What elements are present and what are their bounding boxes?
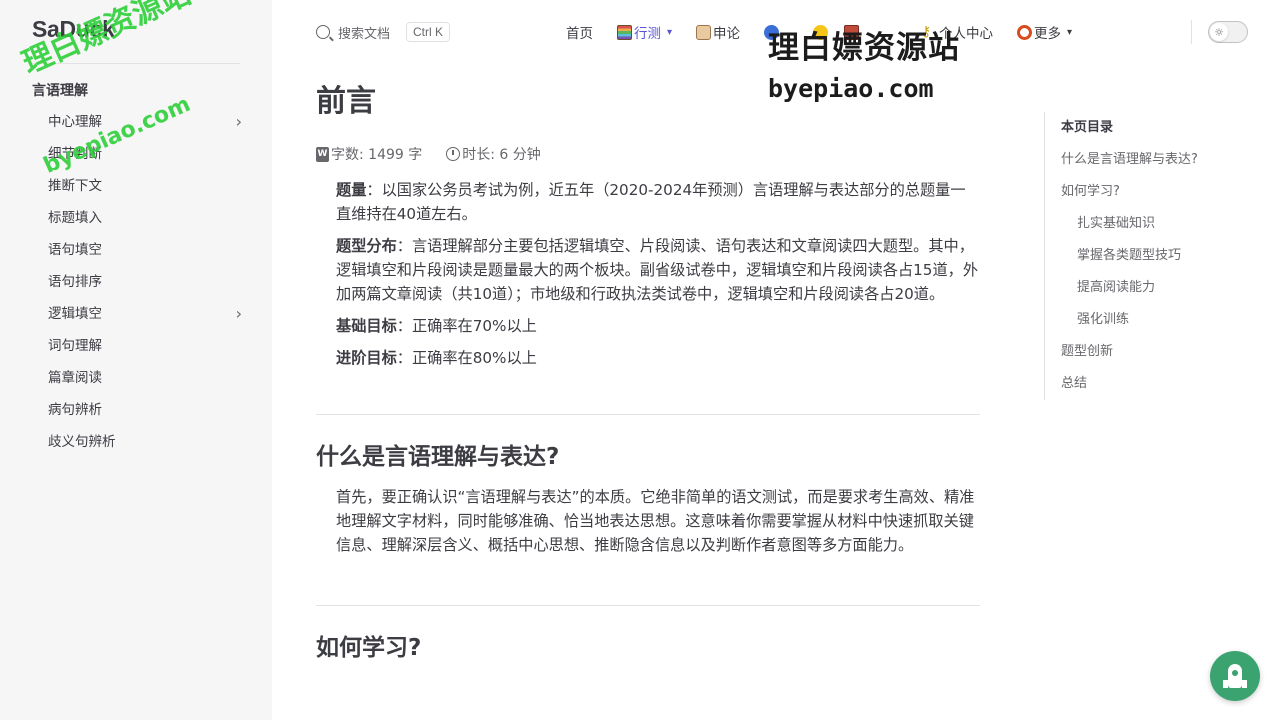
sidebar-item-label: 语句填空 bbox=[48, 242, 102, 258]
nav-label: 更多 bbox=[1034, 26, 1062, 42]
table-of-contents: 本页目录 什么是言语理解与表达? 如何学习? 扎实基础知识 掌握各类题型技巧 提… bbox=[1044, 112, 1244, 400]
intro-key: 题量 bbox=[336, 181, 367, 199]
sidebar-item-label: 歧义句辨析 bbox=[48, 434, 116, 450]
toc-item[interactable]: 扎实基础知识 bbox=[1061, 208, 1244, 240]
toc-item[interactable]: 提高阅读能力 bbox=[1061, 272, 1244, 304]
face-icon bbox=[813, 24, 829, 40]
sidebar-item[interactable]: 词句理解 bbox=[48, 330, 248, 362]
search-icon bbox=[316, 25, 330, 39]
key-icon: ⚷ bbox=[921, 24, 932, 40]
sidebar-item-label: 逻辑填空 bbox=[48, 306, 102, 322]
reading-duration: 时长: 6 分钟 bbox=[462, 147, 541, 163]
rocket-icon bbox=[1223, 664, 1247, 688]
intro-paragraph: 题量：以国家公务员考试为例，近五年（2020-2024年预测）言语理解与表达部分… bbox=[336, 178, 980, 226]
intro-text: ：以国家公务员考试为例，近五年（2020-2024年预测）言语理解与表达部分的总… bbox=[336, 181, 966, 223]
section-heading: 如何学习? bbox=[316, 635, 422, 661]
book-icon bbox=[844, 24, 860, 40]
sidebar-item[interactable]: 语句排序 bbox=[48, 266, 248, 298]
intro-text: ：正确率在80%以上 bbox=[396, 349, 537, 367]
sidebar-item-label: 语句排序 bbox=[48, 274, 102, 290]
sidebar-item-label: 推断下文 bbox=[48, 178, 102, 194]
theme-toggle[interactable]: ☼ bbox=[1208, 21, 1248, 43]
blob-icon bbox=[764, 24, 780, 40]
nav-item-shenlun[interactable]: 申论 bbox=[696, 22, 740, 42]
sidebar-item[interactable]: 语句填空 bbox=[48, 234, 248, 266]
section-divider bbox=[316, 414, 980, 415]
sidebar-item[interactable]: 病句辨析 bbox=[48, 394, 248, 426]
sidebar-item-label: 标题填入 bbox=[48, 210, 102, 226]
intro-key: 基础目标 bbox=[336, 317, 397, 335]
sidebar-group-title[interactable]: 言语理解 bbox=[32, 80, 88, 100]
search-button[interactable]: 搜索文档 Ctrl K bbox=[316, 20, 451, 44]
top-nav: 首页 行测 ▾ 申论 ⚷ 个人中心 更多 ▾ bbox=[566, 20, 1096, 44]
sidebar-item[interactable]: 歧义句辨析 bbox=[48, 426, 248, 458]
sidebar-item[interactable]: 细节判断 bbox=[48, 138, 248, 170]
page-title: 前言 bbox=[316, 84, 376, 119]
sidebar-item[interactable]: 逻辑填空 › bbox=[48, 298, 248, 330]
search-label: 搜索文档 bbox=[338, 26, 391, 42]
search-shortcut: Ctrl K bbox=[406, 22, 451, 42]
sidebar-list: 中心理解 › 细节判断 推断下文 标题填入 语句填空 语句排序 逻辑填空 › 词句理… bbox=[48, 106, 248, 458]
intro-block: 题量：以国家公务员考试为例，近五年（2020-2024年预测）言语理解与表达部分… bbox=[316, 178, 980, 370]
toc-item[interactable]: 总结 bbox=[1061, 368, 1244, 400]
sidebar-item[interactable]: 中心理解 › bbox=[48, 106, 248, 138]
chevron-right-icon[interactable]: › bbox=[236, 298, 242, 330]
abacus-icon bbox=[617, 24, 632, 40]
toc-title: 本页目录 bbox=[1061, 120, 1114, 135]
nav-divider bbox=[1191, 20, 1192, 44]
nav-label: 行测 bbox=[634, 26, 661, 42]
sidebar-item-label: 词句理解 bbox=[48, 338, 102, 354]
sidebar-item[interactable]: 篇章阅读 bbox=[48, 362, 248, 394]
site-logo[interactable]: SaDuck bbox=[32, 16, 115, 43]
clock-icon bbox=[446, 147, 461, 161]
chevron-right-icon[interactable]: › bbox=[236, 106, 242, 138]
sidebar-item-label: 病句辨析 bbox=[48, 402, 102, 418]
nav-item-home[interactable]: 首页 bbox=[566, 22, 593, 42]
nav-item-more[interactable]: 更多 ▾ bbox=[1017, 22, 1072, 42]
nav-item-4[interactable] bbox=[764, 24, 781, 40]
nav-label: 个人中心 bbox=[939, 26, 994, 42]
sidebar-divider bbox=[32, 63, 240, 64]
scroll-icon bbox=[696, 24, 712, 40]
intro-paragraph: 进阶目标：正确率在80%以上 bbox=[336, 346, 980, 370]
nav-label: 首页 bbox=[566, 26, 593, 42]
nav-item-xingce[interactable]: 行测 ▾ bbox=[617, 22, 672, 42]
toc-item[interactable]: 强化训练 bbox=[1061, 304, 1244, 336]
sidebar-item[interactable]: 标题填入 bbox=[48, 202, 248, 234]
sidebar: SaDuck 言语理解 中心理解 › 细节判断 推断下文 标题填入 语句填空 语句… bbox=[0, 0, 272, 720]
intro-text: ：正确率在70%以上 bbox=[396, 317, 537, 335]
section-paragraph: 首先，要正确认识“言语理解与表达”的本质。它绝非简单的语文测试，而是要求考生高效… bbox=[336, 488, 975, 554]
toc-item[interactable]: 掌握各类题型技巧 bbox=[1061, 240, 1244, 272]
sidebar-item-label: 细节判断 bbox=[48, 146, 102, 162]
intro-key: 题型分布 bbox=[336, 237, 397, 255]
nav-item-6[interactable] bbox=[844, 24, 861, 40]
word-doc-icon: W bbox=[316, 146, 329, 162]
article-meta: W 字数: 1499 字 时长: 6 分钟 bbox=[316, 144, 980, 164]
chevron-down-icon: ▾ bbox=[667, 26, 673, 38]
intro-key: 进阶目标 bbox=[336, 349, 397, 367]
section-divider bbox=[316, 605, 980, 606]
toc-item[interactable]: 题型创新 bbox=[1061, 336, 1244, 368]
toc-item[interactable]: 什么是言语理解与表达? bbox=[1061, 144, 1244, 176]
nav-item-5[interactable] bbox=[813, 24, 830, 40]
nav-label: 申论 bbox=[713, 26, 741, 42]
word-count: 字数: 1499 字 bbox=[331, 147, 423, 163]
nav-item-profile[interactable]: ⚷ 个人中心 bbox=[921, 22, 993, 42]
back-to-top-button[interactable] bbox=[1210, 651, 1260, 701]
sun-icon: ☼ bbox=[1210, 23, 1228, 41]
chevron-down-icon: ▾ bbox=[1067, 26, 1073, 38]
intro-paragraph: 题型分布：言语理解部分主要包括逻辑填空、片段阅读、语句表达和文章阅读四大题型。其… bbox=[336, 234, 980, 306]
intro-paragraph: 基础目标：正确率在70%以上 bbox=[336, 314, 980, 338]
sidebar-item-label: 篇章阅读 bbox=[48, 370, 102, 386]
sidebar-item-label: 中心理解 bbox=[48, 114, 102, 130]
sidebar-item[interactable]: 推断下文 bbox=[48, 170, 248, 202]
section-heading: 什么是言语理解与表达? bbox=[316, 444, 560, 470]
article: 前言 W 字数: 1499 字 时长: 6 分钟 题量：以国家公务员考试为例，近… bbox=[316, 80, 980, 664]
ring-icon bbox=[1017, 24, 1033, 40]
toc-item[interactable]: 如何学习? bbox=[1061, 176, 1244, 208]
intro-text: ：言语理解部分主要包括逻辑填空、片段阅读、语句表达和文章阅读四大题型。其中，逻辑… bbox=[336, 237, 979, 303]
